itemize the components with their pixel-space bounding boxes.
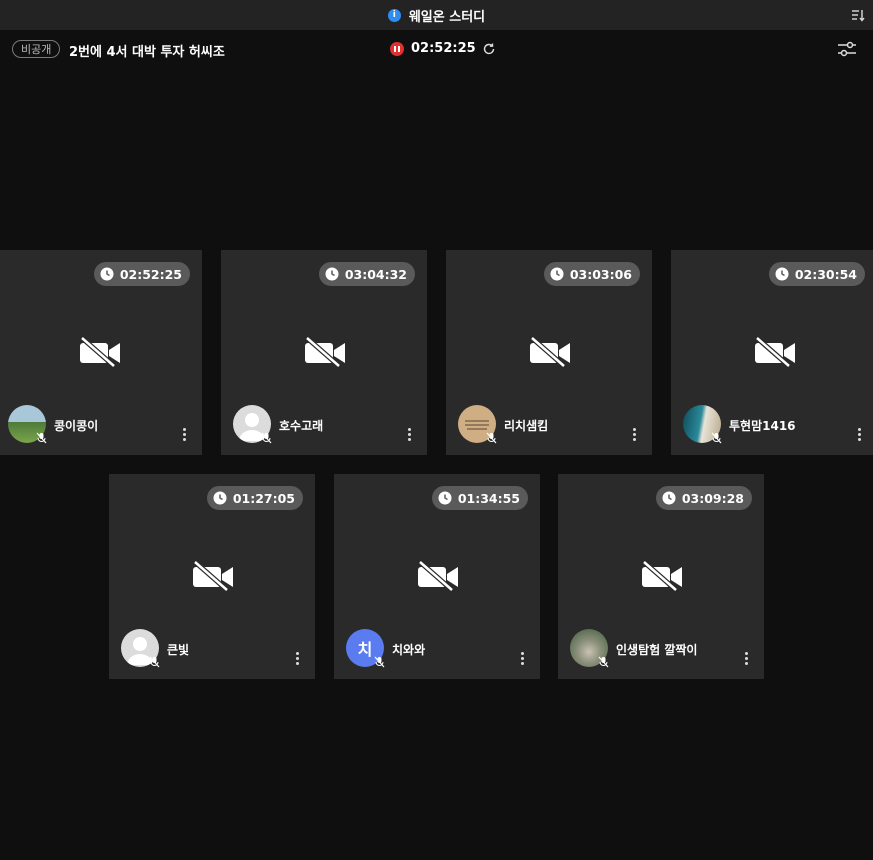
mic-off-icon	[36, 432, 47, 444]
participant-name: 치와와	[392, 643, 426, 657]
participant-name: 리치샘킴	[504, 419, 549, 433]
study-time: 01:27:05	[232, 490, 295, 506]
participant-tile[interactable]: 03:04:32 호수고래	[221, 250, 427, 455]
camera-off-icon	[418, 560, 458, 592]
camera-off-icon	[305, 336, 345, 368]
refresh-icon[interactable]	[482, 42, 496, 56]
study-time: 01:34:55	[457, 490, 520, 506]
more-options-icon[interactable]	[407, 428, 411, 442]
study-time-badge: 02:52:25	[93, 262, 190, 286]
study-time-badge: 02:30:54	[768, 262, 865, 286]
clock-icon	[775, 267, 789, 281]
participant-name: 큰빛	[167, 643, 190, 657]
avatar-initial: 치	[357, 640, 373, 659]
camera-off-icon	[80, 336, 120, 368]
session-timer: 02:52:25	[390, 41, 496, 56]
study-time: 02:30:54	[794, 266, 857, 282]
study-time-badge: 03:09:28	[655, 486, 752, 510]
mic-off-icon	[374, 656, 385, 668]
mic-off-icon	[486, 432, 497, 444]
camera-off-icon	[755, 336, 795, 368]
mic-off-icon	[711, 432, 722, 444]
participant-tile[interactable]: 03:03:06 리치샘킴	[446, 250, 652, 455]
privacy-badge: 비공개	[12, 40, 61, 58]
participant-tile[interactable]: 02:52:25 콩이콩이	[0, 250, 202, 455]
participant-tile[interactable]: 02:30:54 투현맘1416	[671, 250, 873, 455]
study-time: 02:52:25	[119, 266, 182, 282]
participant-name: 콩이콩이	[54, 419, 99, 433]
top-bar: i 웨일온 스터디	[0, 0, 873, 30]
pause-icon[interactable]	[390, 41, 404, 56]
clock-icon	[100, 267, 114, 281]
study-time-badge: 01:27:05	[206, 486, 303, 510]
study-time-badge: 01:34:55	[431, 486, 528, 510]
clock-icon	[550, 267, 564, 281]
more-options-icon[interactable]	[632, 428, 636, 442]
more-options-icon[interactable]	[857, 428, 861, 442]
camera-off-icon	[642, 560, 682, 592]
session-bar: 비공개 2번에 4서 대박 투자 허씨조 02:52:25	[0, 33, 873, 65]
participant-name: 인생탐험 깔짝이	[616, 643, 698, 657]
app-title: 웨일온 스터디	[408, 9, 486, 25]
clock-icon	[662, 491, 676, 505]
participant-tile[interactable]: 03:09:28 인생탐험 깔짝이	[558, 474, 764, 679]
camera-off-icon	[530, 336, 570, 368]
mic-off-icon	[149, 656, 160, 668]
session-timer-value: 02:52:25	[411, 41, 476, 56]
participant-name: 호수고래	[279, 419, 324, 433]
mic-off-icon	[598, 656, 609, 668]
study-time-badge: 03:04:32	[318, 262, 415, 286]
study-time-badge: 03:03:06	[543, 262, 640, 286]
study-name: 2번에 4서 대박 투자 허씨조	[69, 45, 225, 60]
more-options-icon[interactable]	[295, 652, 299, 666]
mic-off-icon	[261, 432, 272, 444]
study-time: 03:09:28	[681, 490, 744, 506]
study-time: 03:03:06	[569, 266, 632, 282]
more-options-icon[interactable]	[520, 652, 524, 666]
info-icon[interactable]: i	[387, 8, 401, 22]
clock-icon	[438, 491, 452, 505]
more-options-icon[interactable]	[744, 652, 748, 666]
sort-icon[interactable]	[851, 8, 865, 22]
clock-icon	[213, 491, 227, 505]
camera-off-icon	[193, 560, 233, 592]
settings-sliders-icon[interactable]	[837, 40, 857, 58]
more-options-icon[interactable]	[182, 428, 186, 442]
participant-name: 투현맘1416	[729, 419, 796, 433]
study-time: 03:04:32	[344, 266, 407, 282]
clock-icon	[325, 267, 339, 281]
participant-tile[interactable]: 01:34:55 치 치와와	[334, 474, 540, 679]
participant-tile[interactable]: 01:27:05 큰빛	[109, 474, 315, 679]
